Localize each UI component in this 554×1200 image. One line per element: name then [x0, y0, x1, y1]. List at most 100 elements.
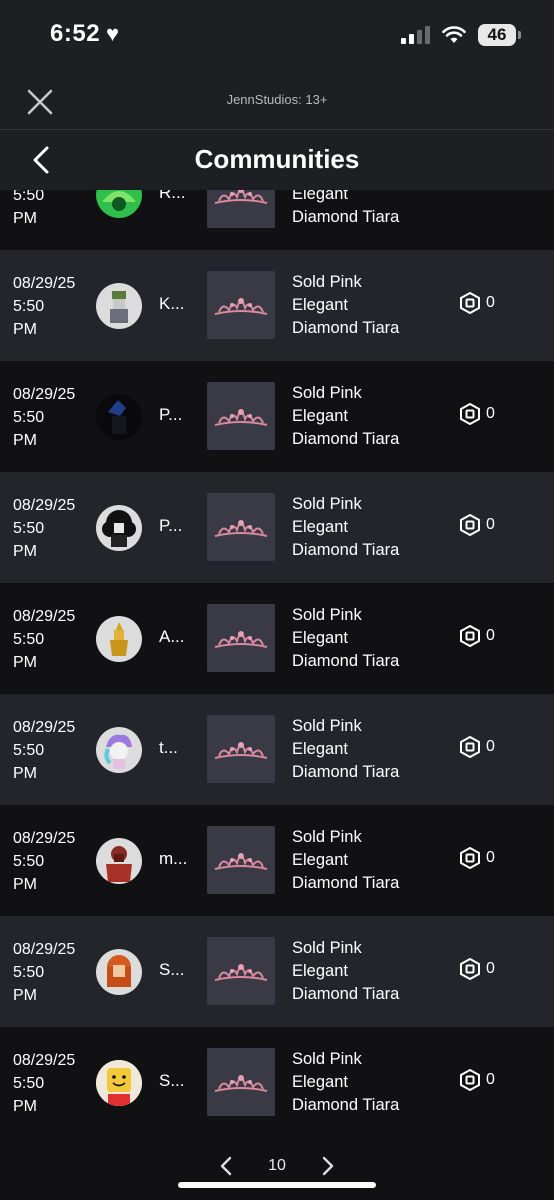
- gold-avatar[interactable]: [96, 616, 142, 662]
- hat-avatar[interactable]: [96, 283, 142, 329]
- status-icons: 46: [401, 24, 521, 46]
- item-line3: Diamond Tiara: [292, 985, 400, 1003]
- item-line2: Elegant: [292, 851, 348, 869]
- time-text: 5:50: [13, 298, 45, 315]
- avatar-image: [110, 291, 128, 323]
- row-username[interactable]: P...: [159, 405, 189, 425]
- black-hair-avatar[interactable]: [96, 505, 142, 551]
- heart-icon: ♥: [106, 21, 120, 46]
- item-thumbnail[interactable]: [207, 493, 275, 561]
- item-line1: Sold Pink: [292, 384, 362, 402]
- row-date: 08/29/25 5:50 PM: [13, 383, 93, 452]
- transactions-list[interactable]: 5:50 PM R... Elegant Diamond Tiara 0 08/…: [0, 190, 554, 1145]
- item-line3: Diamond Tiara: [292, 541, 400, 559]
- item-line2: Elegant: [292, 407, 348, 425]
- ampm-text: PM: [13, 543, 37, 560]
- row-date: 08/29/25 5:50 PM: [13, 938, 93, 1007]
- item-line3: Diamond Tiara: [292, 208, 400, 226]
- red-avatar[interactable]: [96, 838, 142, 884]
- time-text: 5:50: [13, 520, 45, 537]
- blue-dark-avatar[interactable]: [96, 394, 142, 440]
- row-username[interactable]: P...: [159, 516, 189, 536]
- row-date: 08/29/25 5:50 PM: [13, 605, 93, 674]
- item-line2: Elegant: [292, 190, 348, 203]
- date-text: 08/29/25: [13, 275, 76, 292]
- row-date: 08/29/25 5:50 PM: [13, 272, 93, 341]
- status-time: 6:52 ♥: [50, 20, 120, 48]
- tiara-icon: [214, 409, 268, 426]
- row-username[interactable]: m...: [159, 849, 189, 869]
- unicorn-avatar[interactable]: [96, 727, 142, 773]
- item-thumbnail[interactable]: [207, 937, 275, 1005]
- row-item-name: Sold Pink Elegant Diamond Tiara: [292, 493, 442, 562]
- row-item-name: Sold Pink Elegant Diamond Tiara: [292, 937, 442, 1006]
- tiara-icon: [214, 520, 268, 537]
- item-thumbnail[interactable]: [207, 715, 275, 783]
- list-item: 08/29/25 5:50 PM m... Sold Pink Elegant …: [0, 805, 554, 916]
- time-text: 5:50: [13, 742, 45, 759]
- date-text: 08/29/25: [13, 941, 76, 958]
- price-text: 0: [486, 627, 495, 644]
- list-item: 08/29/25 5:50 PM A... Sold Pink Elegant …: [0, 583, 554, 694]
- time-text: 5:50: [13, 964, 45, 981]
- row-username[interactable]: S...: [159, 960, 189, 980]
- row-price: 0: [460, 847, 495, 869]
- row-price: 0: [460, 1069, 495, 1091]
- prev-page-button[interactable]: [214, 1154, 238, 1178]
- row-username[interactable]: S...: [159, 1071, 189, 1091]
- green-avatar[interactable]: [96, 190, 142, 218]
- row-date: 08/29/25 5:50 PM: [13, 716, 93, 785]
- item-line2: Elegant: [292, 1073, 348, 1091]
- next-page-button[interactable]: [316, 1154, 340, 1178]
- item-line3: Diamond Tiara: [292, 319, 400, 337]
- item-thumbnail[interactable]: [207, 190, 275, 228]
- item-thumbnail[interactable]: [207, 271, 275, 339]
- item-thumbnail[interactable]: [207, 826, 275, 894]
- ampm-text: PM: [13, 321, 37, 338]
- robux-icon: [460, 514, 480, 536]
- item-thumbnail[interactable]: [207, 1048, 275, 1116]
- chevron-left-icon: [220, 1156, 232, 1176]
- list-item: 08/29/25 5:50 PM S... Sold Pink Elegant …: [0, 1027, 554, 1138]
- row-username[interactable]: K...: [159, 294, 189, 314]
- tiara-icon: [214, 1075, 268, 1092]
- pagination: 10: [0, 1150, 554, 1182]
- robux-icon: [460, 292, 480, 314]
- avatar-image: [104, 734, 132, 769]
- browser-top-bar: JennStudios: 13+: [0, 74, 554, 130]
- tiara-icon: [214, 190, 268, 204]
- row-username[interactable]: t...: [159, 738, 189, 758]
- cellular-signal-icon: [401, 26, 430, 44]
- item-line2: Elegant: [292, 296, 348, 314]
- site-label: JennStudios: 13+: [226, 92, 328, 107]
- price-text: 0: [486, 294, 495, 311]
- row-price: 0: [460, 625, 495, 647]
- avatar-image: [108, 400, 126, 434]
- price-text: 0: [486, 516, 495, 533]
- item-line1: Sold Pink: [292, 828, 362, 846]
- ampm-text: PM: [13, 876, 37, 893]
- list-item: 08/29/25 5:50 PM K... Sold Pink Elegant …: [0, 250, 554, 361]
- orange-hair-avatar[interactable]: [96, 949, 142, 995]
- item-thumbnail[interactable]: [207, 604, 275, 672]
- date-text: 08/29/25: [13, 830, 76, 847]
- item-line3: Diamond Tiara: [292, 1096, 400, 1114]
- home-indicator[interactable]: [178, 1182, 376, 1188]
- date-text: 08/29/25: [13, 1052, 76, 1069]
- item-thumbnail[interactable]: [207, 382, 275, 450]
- row-date: 08/29/25 5:50 PM: [13, 827, 93, 896]
- date-text: 08/29/25: [13, 608, 76, 625]
- price-text: 0: [486, 738, 495, 755]
- item-line1: Sold Pink: [292, 717, 362, 735]
- status-bar: 6:52 ♥ 46: [0, 0, 554, 74]
- smile-avatar[interactable]: [96, 1060, 142, 1106]
- robux-icon: [460, 1069, 480, 1091]
- item-line1: Sold Pink: [292, 939, 362, 957]
- item-line2: Elegant: [292, 740, 348, 758]
- price-text: 0: [486, 1071, 495, 1088]
- price-text: 0: [486, 960, 495, 977]
- row-username[interactable]: A...: [159, 627, 189, 647]
- row-username[interactable]: R...: [159, 190, 189, 203]
- ampm-text: PM: [13, 765, 37, 782]
- avatar-image: [102, 510, 136, 547]
